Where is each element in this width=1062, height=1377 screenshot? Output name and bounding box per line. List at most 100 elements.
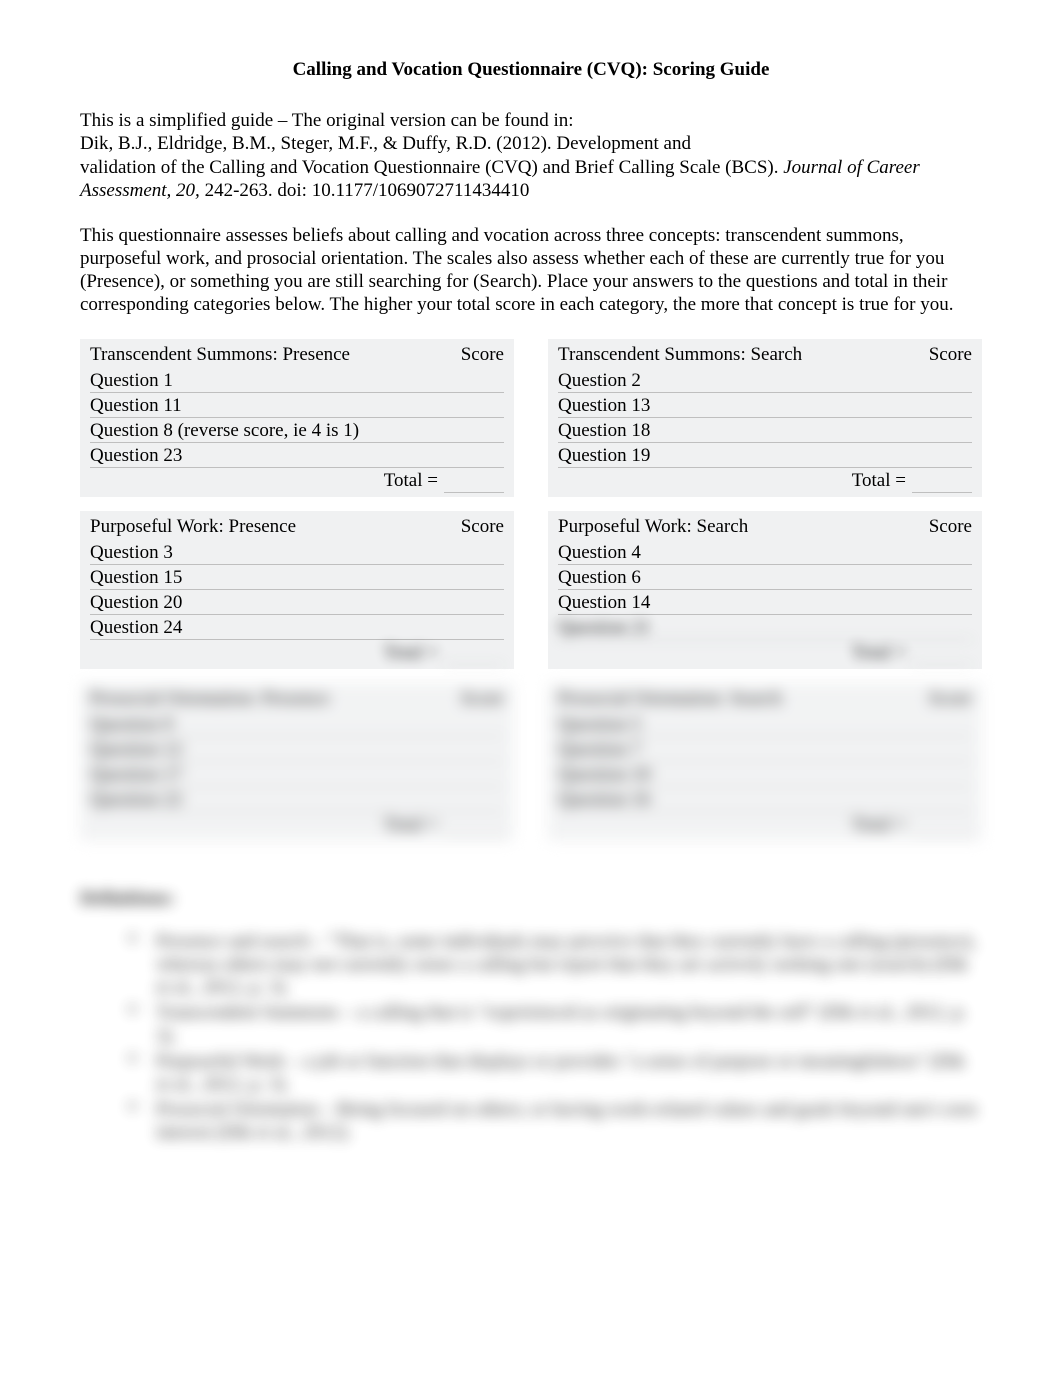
total-slot <box>444 469 504 492</box>
total-label: Total = <box>384 813 444 836</box>
question-label: Question 14 <box>558 591 650 614</box>
score-label: Score <box>461 343 504 366</box>
question-line: Question 12 <box>90 737 504 762</box>
question-label: Question 19 <box>558 444 650 467</box>
score-label: Score <box>929 687 972 710</box>
total-line: Total = <box>558 812 972 836</box>
scoring-grid: Transcendent Summons: Presence Score Que… <box>80 339 982 841</box>
question-label: Question 15 <box>90 566 182 589</box>
question-line: Question 22 <box>90 787 504 812</box>
description: This questionnaire assesses beliefs abou… <box>80 224 982 317</box>
intro-line-3: validation of the Calling and Vocation Q… <box>80 156 982 202</box>
box-po-search: Prosocial Orientation: Search Score Ques… <box>548 683 982 841</box>
definition-item: Transcendent Summons – a calling that is… <box>128 1001 982 1047</box>
box-pw-presence: Purposeful Work: Presence Score Question… <box>80 511 514 669</box>
total-label: Total = <box>852 641 912 664</box>
score-label: Score <box>929 515 972 538</box>
question-label: Question 1 <box>90 369 173 392</box>
question-line: Question 11 <box>90 393 504 418</box>
box-header: Purposeful Work: Search Score <box>558 515 972 540</box>
question-line: Question 6 <box>558 565 972 590</box>
definitions-section: Definitions: Presence and search – "That… <box>80 887 982 1145</box>
question-line: Question 23 <box>90 443 504 468</box>
question-label: Question 7 <box>558 738 641 761</box>
score-label: Score <box>461 687 504 710</box>
definition-item: Presence and search – "That is, some ind… <box>128 930 982 1000</box>
total-label: Total = <box>384 641 444 664</box>
box-title: Prosocial Orientation: Search <box>558 687 782 710</box>
question-label: Question 5 <box>558 713 641 736</box>
row-transcendent: Transcendent Summons: Presence Score Que… <box>80 339 982 497</box>
box-title: Transcendent Summons: Search <box>558 343 802 366</box>
question-label: Question 9 <box>90 713 173 736</box>
question-line: Question 1 <box>90 368 504 393</box>
box-header: Purposeful Work: Presence Score <box>90 515 504 540</box>
definition-item: Prosocial Orientation – Being focused on… <box>128 1098 982 1144</box>
question-label: Question 11 <box>90 394 182 417</box>
question-label: Question 20 <box>90 591 182 614</box>
total-label: Total = <box>852 813 912 836</box>
question-line: Question 16 <box>558 787 972 812</box>
question-line: Question 18 <box>558 418 972 443</box>
box-po-presence: Prosocial Orientation: Presence Score Qu… <box>80 683 514 841</box>
box-title: Transcendent Summons: Presence <box>90 343 350 366</box>
question-line: Question 13 <box>558 393 972 418</box>
total-label: Total = <box>384 469 444 492</box>
total-line: Total = <box>558 468 972 492</box>
question-label: Question 17 <box>90 763 182 786</box>
total-line: Total = <box>558 640 972 664</box>
total-slot <box>912 813 972 836</box>
box-title: Purposeful Work: Presence <box>90 515 296 538</box>
intro-line-1: This is a simplified guide – The origina… <box>80 109 982 132</box>
question-label: Question 21 <box>558 616 650 639</box>
definitions-list: Presence and search – "That is, some ind… <box>80 930 982 1145</box>
question-line: Question 4 <box>558 540 972 565</box>
question-label: Question 2 <box>558 369 641 392</box>
question-label: Question 3 <box>90 541 173 564</box>
question-label: Question 10 <box>558 763 650 786</box>
question-line: Question 14 <box>558 590 972 615</box>
question-label: Question 8 (reverse score, ie 4 is 1) <box>90 419 359 442</box>
question-line: Question 15 <box>90 565 504 590</box>
intro-line-2: Dik, B.J., Eldridge, B.M., Steger, M.F.,… <box>80 132 982 155</box>
question-line: Question 19 <box>558 443 972 468</box>
row-prosocial: Prosocial Orientation: Presence Score Qu… <box>80 683 982 841</box>
intro-line-3a: validation of the Calling and Vocation Q… <box>80 157 783 178</box>
question-line: Question 17 <box>90 762 504 787</box>
box-title: Prosocial Orientation: Presence <box>90 687 330 710</box>
box-header: Transcendent Summons: Search Score <box>558 343 972 368</box>
total-slot <box>912 641 972 664</box>
question-label: Question 16 <box>558 788 650 811</box>
definitions-title: Definitions: <box>80 887 982 910</box>
question-line: Question 8 (reverse score, ie 4 is 1) <box>90 418 504 443</box>
intro-line-3c: 242-263. doi: 10.1177/1069072711434410 <box>200 180 530 201</box>
box-ts-presence: Transcendent Summons: Presence Score Que… <box>80 339 514 497</box>
question-line: Question 9 <box>90 712 504 737</box>
page: Calling and Vocation Questionnaire (CVQ)… <box>0 0 1062 1206</box>
total-line: Total = <box>90 468 504 492</box>
question-line: Question 21 <box>558 615 972 640</box>
box-header: Prosocial Orientation: Presence Score <box>90 687 504 712</box>
question-label: Question 4 <box>558 541 641 564</box>
question-line: Question 7 <box>558 737 972 762</box>
question-line: Question 20 <box>90 590 504 615</box>
question-line: Question 3 <box>90 540 504 565</box>
intro-citation: This is a simplified guide – The origina… <box>80 109 982 202</box>
total-line: Total = <box>90 812 504 836</box>
page-title: Calling and Vocation Questionnaire (CVQ)… <box>80 58 982 81</box>
question-line: Question 2 <box>558 368 972 393</box>
question-line: Question 10 <box>558 762 972 787</box>
definition-item: Purposeful Work – a job or function that… <box>128 1050 982 1096</box>
question-label: Question 23 <box>90 444 182 467</box>
box-pw-search: Purposeful Work: Search Score Question 4… <box>548 511 982 669</box>
question-label: Question 6 <box>558 566 641 589</box>
total-slot <box>444 641 504 664</box>
question-label: Question 12 <box>90 738 182 761</box>
total-label: Total = <box>852 469 912 492</box>
question-label: Question 24 <box>90 616 182 639</box>
question-label: Question 18 <box>558 419 650 442</box>
box-header: Transcendent Summons: Presence Score <box>90 343 504 368</box>
question-line: Question 5 <box>558 712 972 737</box>
question-line: Question 24 <box>90 615 504 640</box>
question-label: Question 13 <box>558 394 650 417</box>
